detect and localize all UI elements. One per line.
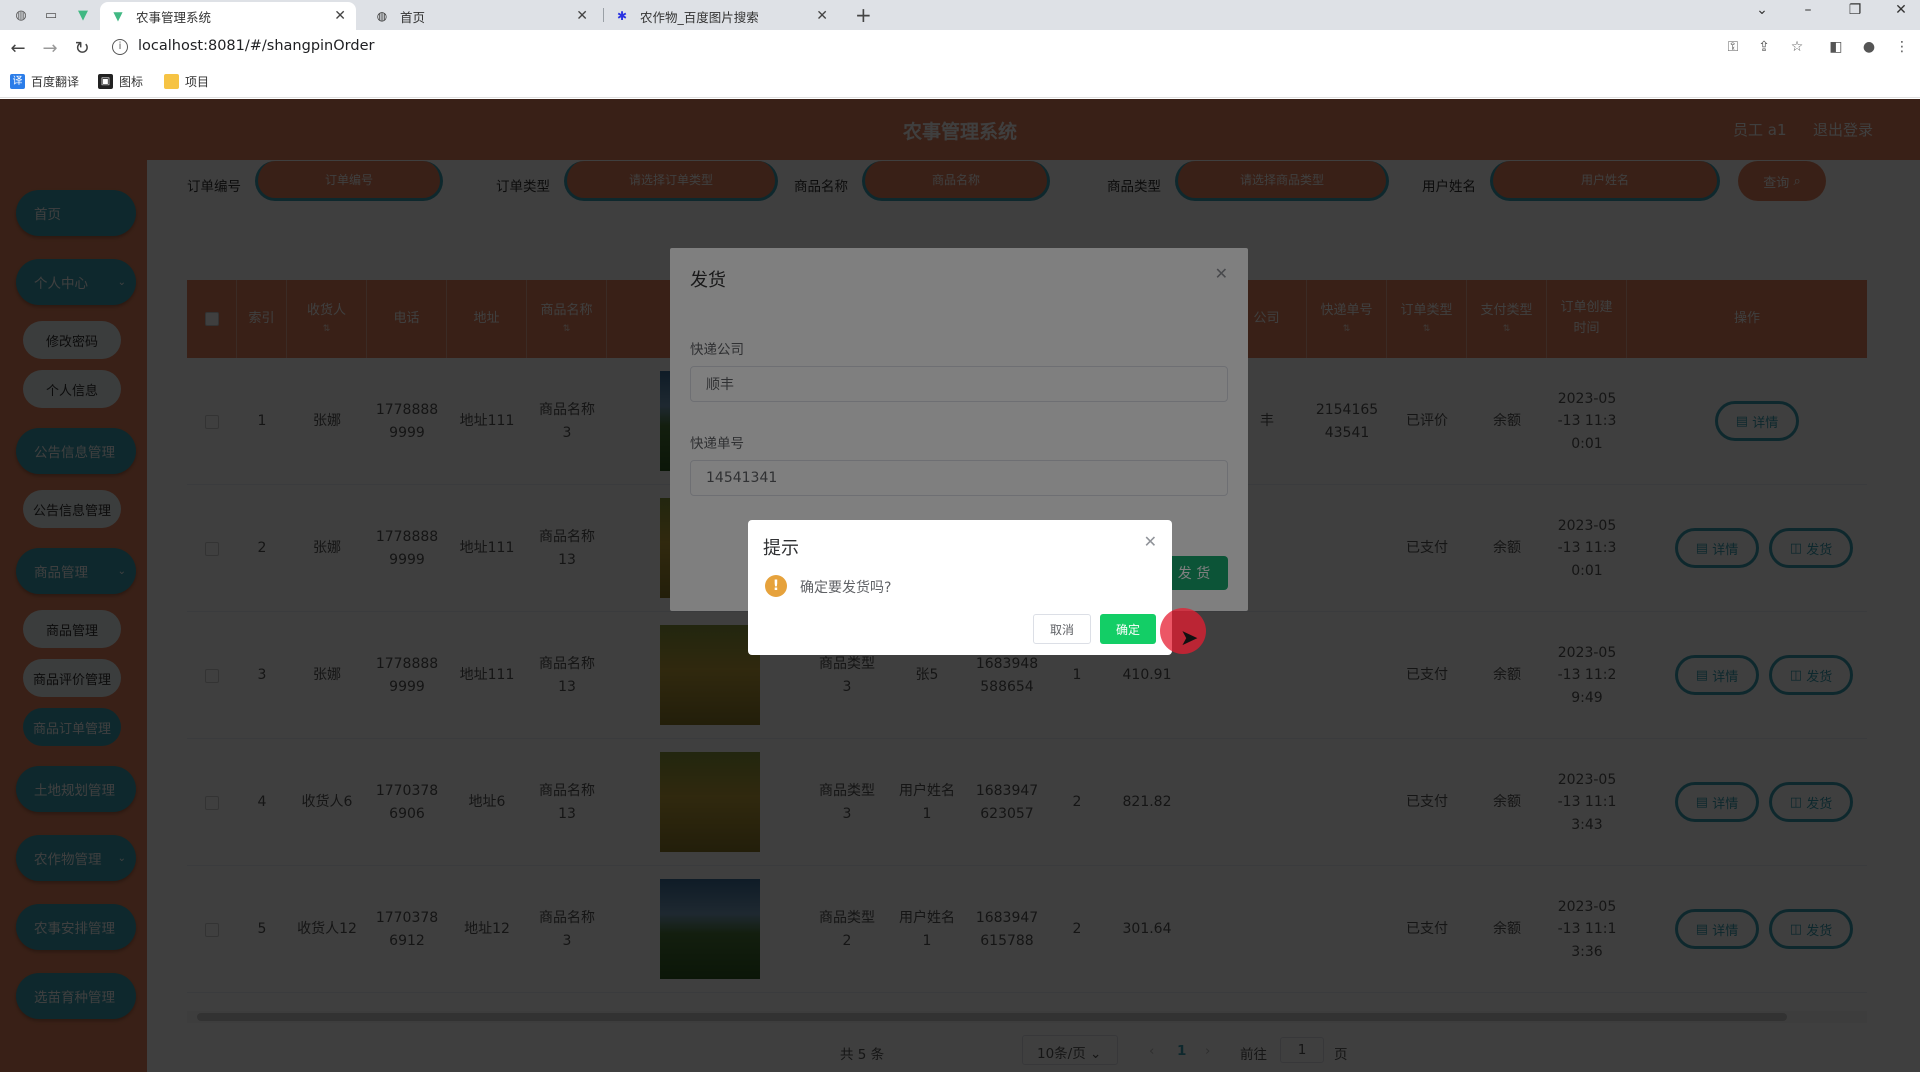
bookmark-label: 项目: [185, 75, 210, 89]
tab-home[interactable]: ◍ 首页 ✕: [364, 2, 598, 30]
restore-icon[interactable]: ❐: [1840, 2, 1870, 18]
site-info-icon[interactable]: i: [112, 39, 128, 55]
bookmark-projects[interactable]: 项目: [164, 73, 209, 90]
browser-tab-strip: ◍ ▭ ▼ ▼ 农事管理系统 ✕ ◍ 首页 ✕ ✱ 农作物_百度图片搜索 ✕ +…: [0, 0, 1920, 30]
profile-avatar-icon[interactable]: ●: [1859, 39, 1879, 59]
pinned-tab-icon[interactable]: ▭: [40, 5, 62, 25]
warning-icon: !: [765, 575, 787, 597]
baidu-paw-icon: ✱: [616, 9, 628, 23]
confirm-dialog: 提示 ✕ ! 确定要发货吗? 取消 确定: [748, 520, 1172, 655]
close-icon[interactable]: ✕: [1144, 532, 1157, 551]
translate-icon: 译: [10, 74, 25, 89]
back-icon[interactable]: ←: [6, 36, 30, 60]
confirm-ok-button[interactable]: 确定: [1100, 614, 1156, 644]
browser-menu-icon[interactable]: ⋮: [1892, 39, 1912, 59]
bookmark-star-icon[interactable]: ☆: [1787, 39, 1807, 59]
bookmark-label: 百度翻译: [31, 75, 80, 89]
bookmark-icons[interactable]: ▣ 图标: [98, 73, 143, 90]
tab-search-chevron-icon[interactable]: ⌄: [1747, 2, 1777, 18]
reload-icon[interactable]: ↻: [70, 36, 94, 60]
tab-title: 农事管理系统: [136, 9, 212, 25]
new-tab-icon[interactable]: +: [855, 3, 872, 27]
browser-profile-icon[interactable]: ◍: [10, 5, 32, 25]
mouse-pointer-icon: ➤: [1180, 626, 1199, 651]
bookmark-baidu-translate[interactable]: 译 百度翻译: [10, 73, 79, 90]
tab-title: 首页: [400, 9, 426, 25]
window-close-icon[interactable]: ✕: [1886, 2, 1916, 18]
bookmark-label: 图标: [119, 75, 144, 89]
image-icon: ▣: [98, 74, 113, 89]
tab-baidu-images[interactable]: ✱ 农作物_百度图片搜索 ✕: [604, 2, 838, 30]
folder-icon: [164, 74, 179, 89]
close-icon[interactable]: ✕: [816, 8, 828, 24]
confirm-message: 确定要发货吗?: [800, 580, 892, 596]
cancel-button[interactable]: 取消: [1033, 614, 1091, 644]
address-bar: ← → ↻ i localhost:8081/#/shangpinOrder ⚿…: [0, 30, 1920, 66]
key-icon[interactable]: ⚿: [1723, 39, 1743, 59]
globe-icon: ◍: [376, 9, 388, 23]
side-panel-icon[interactable]: ◧: [1826, 39, 1846, 59]
tab-title: 农作物_百度图片搜索: [640, 9, 759, 25]
bookmarks-bar: 译 百度翻译 ▣ 图标 项目: [0, 66, 1920, 98]
close-icon[interactable]: ✕: [576, 8, 588, 24]
dialog-title: 提示: [763, 538, 799, 559]
vue-logo-icon: ▼: [113, 9, 123, 23]
close-icon[interactable]: ✕: [334, 8, 346, 24]
forward-icon[interactable]: →: [38, 36, 62, 60]
share-icon[interactable]: ⇪: [1754, 39, 1774, 59]
minimize-icon[interactable]: –: [1793, 2, 1823, 18]
pinned-vue-tab-icon[interactable]: ▼: [72, 5, 94, 25]
url-field[interactable]: localhost:8081/#/shangpinOrder: [138, 38, 374, 54]
tab-farm-system[interactable]: ▼ 农事管理系统 ✕: [100, 2, 356, 30]
